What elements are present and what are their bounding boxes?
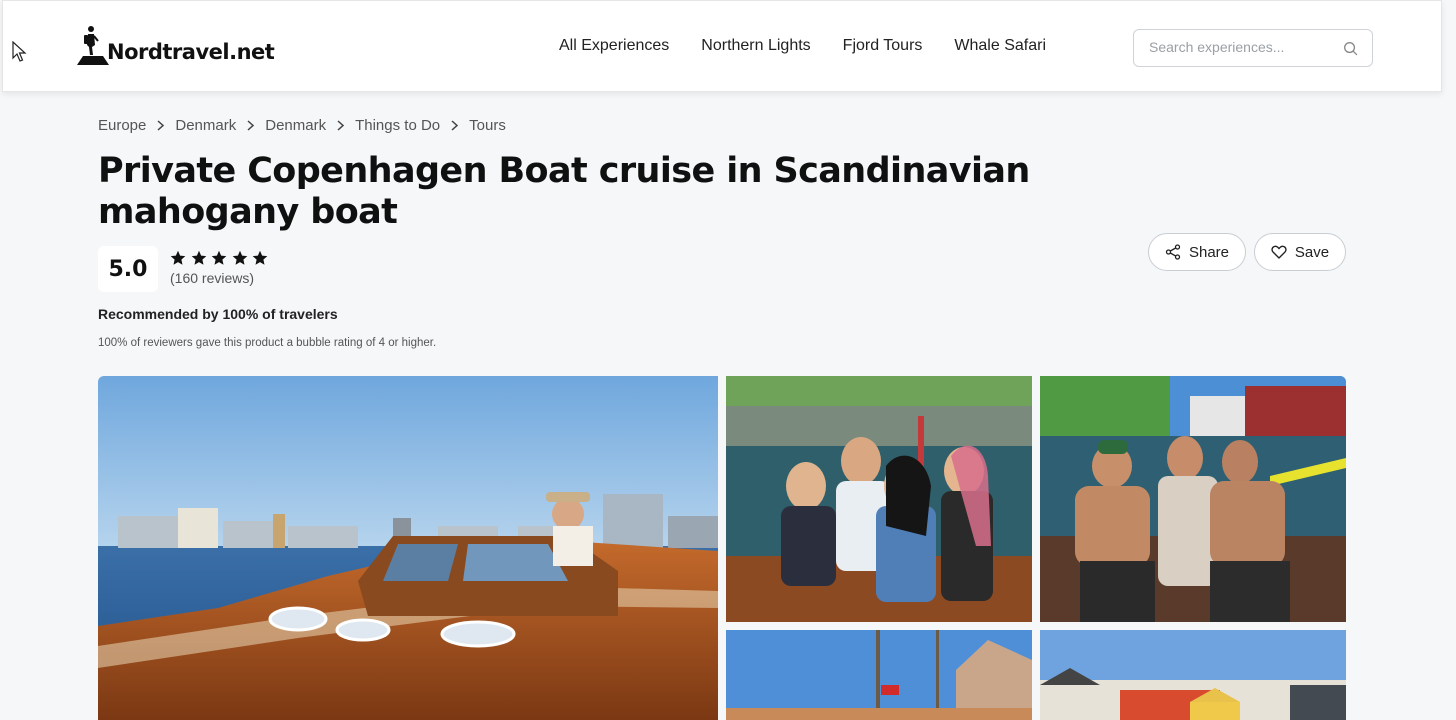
cursor-icon [12,41,27,62]
star-icon [211,250,227,265]
chevron-right-icon [247,120,255,131]
share-button[interactable]: Share [1148,233,1246,271]
search-input[interactable] [1149,39,1339,55]
chevron-right-icon [337,120,345,131]
main-nav: All Experiences Northern Lights Fjord To… [559,37,1078,55]
share-label: Share [1188,243,1230,261]
save-button[interactable]: Save [1254,233,1346,271]
photo-women-canal[interactable] [726,376,1032,622]
breadcrumb: Europe Denmark Denmark Things to Do Tour… [98,117,506,134]
breadcrumb-europe[interactable]: Europe [98,117,146,134]
nav-fjord-tours[interactable]: Fjord Tours [843,37,923,55]
search-box [1133,29,1373,67]
page-title: Private Copenhagen Boat cruise in Scandi… [98,151,1030,232]
photo-men-boat[interactable] [1040,376,1346,622]
breadcrumb-denmark-2[interactable]: Denmark [265,117,326,134]
star-rating [170,250,273,266]
breadcrumb-denmark[interactable]: Denmark [175,117,236,134]
star-icon [232,250,247,265]
chevron-right-icon [157,120,165,131]
heart-icon [1271,245,1287,259]
brand-name: Nordtravel.net [107,40,275,64]
star-icon [191,250,206,265]
site-header: Nordtravel.net All Experiences Northern … [2,0,1442,92]
save-label: Save [1294,243,1330,261]
photo-nyhavn-houses[interactable] [1040,630,1346,720]
recommendation-note: 100% of reviewers gave this product a bu… [98,337,437,349]
nav-northern-lights[interactable]: Northern Lights [701,37,810,55]
recommendation-heading: Recommended by 100% of travelers [98,306,338,322]
nav-all-experiences[interactable]: All Experiences [559,37,669,55]
photo-ship-masts[interactable] [726,630,1032,720]
brand-logo[interactable]: Nordtravel.net [77,25,275,65]
main-photo-boat[interactable] [98,376,718,720]
breadcrumb-things-to-do[interactable]: Things to Do [355,117,440,134]
share-icon [1165,244,1181,260]
chevron-right-icon [451,120,459,131]
star-icon [252,250,268,265]
breadcrumb-tours[interactable]: Tours [469,117,506,134]
review-count[interactable]: (160 reviews) [170,270,254,286]
rating-score: 5.0 [98,246,158,292]
hiker-logo-icon [77,26,109,65]
nav-whale-safari[interactable]: Whale Safari [954,37,1046,55]
search-icon[interactable] [1343,41,1358,56]
star-icon [170,250,186,265]
